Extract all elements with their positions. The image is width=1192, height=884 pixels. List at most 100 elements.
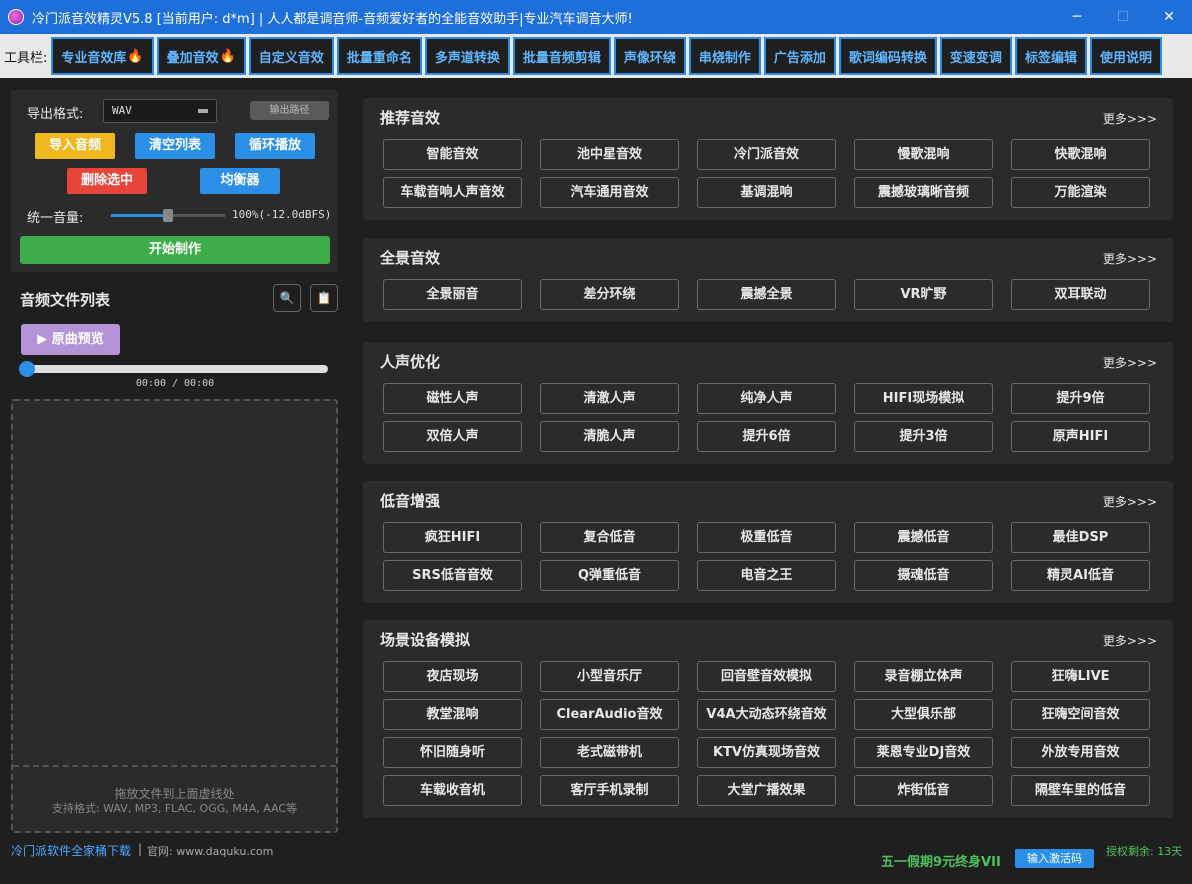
playback-progress-handle[interactable] bbox=[19, 361, 35, 377]
toolbar-button-6[interactable]: 声像环绕 bbox=[613, 37, 686, 75]
toolbar-button-1[interactable]: 叠加音效 🔥 bbox=[156, 37, 246, 75]
effect-button[interactable]: 冷门派音效 bbox=[697, 139, 836, 170]
output-path-button[interactable]: 输出路径 bbox=[250, 101, 329, 120]
effect-button[interactable]: 差分环绕 bbox=[540, 279, 679, 310]
effect-button[interactable]: 摄魂低音 bbox=[854, 560, 993, 591]
window-title: 冷门派音效精灵V5.8 [当前用户: d*m] | 人人都是调音师-音频爱好者的… bbox=[32, 11, 633, 27]
toolbar-button-12[interactable]: 使用说明 bbox=[1089, 37, 1162, 75]
toolbar-button-4[interactable]: 多声道转换 bbox=[424, 37, 510, 75]
effect-button[interactable]: 疯狂HIFI bbox=[383, 522, 522, 553]
effect-button[interactable]: 双耳联动 bbox=[1011, 279, 1150, 310]
toolbar-button-7[interactable]: 串烧制作 bbox=[688, 37, 761, 75]
effect-button[interactable]: 万能渲染 bbox=[1011, 177, 1150, 208]
original-preview-button[interactable]: ▶ 原曲预览 bbox=[21, 324, 120, 355]
more-link[interactable]: 更多>>> bbox=[1103, 110, 1157, 127]
effect-button[interactable]: 提升6倍 bbox=[697, 421, 836, 452]
effect-button[interactable]: 大堂广播效果 bbox=[697, 775, 836, 806]
section-title: 人声优化 bbox=[380, 353, 441, 371]
effect-button[interactable]: 教堂混响 bbox=[383, 699, 522, 730]
effect-button[interactable]: 震撼玻璃晰音频 bbox=[854, 177, 993, 208]
software-bundle-link[interactable]: 冷门派软件全家桶下载 bbox=[11, 842, 131, 859]
delete-selected-button[interactable]: 删除选中 bbox=[67, 168, 147, 194]
effect-button[interactable]: 炸街低音 bbox=[854, 775, 993, 806]
toolbar-button-8[interactable]: 广告添加 bbox=[763, 37, 836, 75]
effect-button[interactable]: 狂嗨LIVE bbox=[1011, 661, 1150, 692]
toolbar-button-10[interactable]: 变速变调 bbox=[939, 37, 1012, 75]
toolbar-button-5[interactable]: 批量音频剪辑 bbox=[512, 37, 611, 75]
effect-button[interactable]: 车载收音机 bbox=[383, 775, 522, 806]
close-button[interactable]: ✕ bbox=[1146, 0, 1192, 34]
effect-button[interactable]: 智能音效 bbox=[383, 139, 522, 170]
start-production-button[interactable]: 开始制作 bbox=[20, 236, 330, 264]
effect-button[interactable]: HIFI现场模拟 bbox=[854, 383, 993, 414]
footer-separator: | bbox=[138, 842, 143, 856]
more-link[interactable]: 更多>>> bbox=[1103, 354, 1157, 371]
effect-button[interactable]: 快歌混响 bbox=[1011, 139, 1150, 170]
effect-button[interactable]: 纯净人声 bbox=[697, 383, 836, 414]
effect-button[interactable]: ClearAudio音效 bbox=[540, 699, 679, 730]
effect-button[interactable]: 精灵AI低音 bbox=[1011, 560, 1150, 591]
effect-button[interactable]: 原声HIFI bbox=[1011, 421, 1150, 452]
equalizer-button[interactable]: 均衡器 bbox=[200, 168, 280, 194]
effect-button[interactable]: 极重低音 bbox=[697, 522, 836, 553]
file-list-title: 音频文件列表 bbox=[20, 291, 111, 309]
effect-button[interactable]: 磁性人声 bbox=[383, 383, 522, 414]
toolbar-button-9[interactable]: 歌词编码转换 bbox=[838, 37, 937, 75]
effect-button[interactable]: 震撼全景 bbox=[697, 279, 836, 310]
effect-button[interactable]: 震撼低音 bbox=[854, 522, 993, 553]
playback-progress-slider[interactable] bbox=[19, 361, 328, 377]
effect-button[interactable]: 外放专用音效 bbox=[1011, 737, 1150, 768]
file-drop-zone[interactable]: 拖放文件到上面虚线处 支持格式: WAV, MP3, FLAC, OGG, M4… bbox=[11, 399, 338, 833]
enter-activation-code-button[interactable]: 输入激活码 bbox=[1015, 849, 1094, 868]
more-link[interactable]: 更多>>> bbox=[1103, 632, 1157, 649]
clear-list-button[interactable]: 清空列表 bbox=[135, 133, 215, 159]
effect-button[interactable]: 老式磁带机 bbox=[540, 737, 679, 768]
minimize-button[interactable]: ─ bbox=[1054, 0, 1100, 34]
effect-button[interactable]: 清脆人声 bbox=[540, 421, 679, 452]
effect-button[interactable]: 录音棚立体声 bbox=[854, 661, 993, 692]
effect-button[interactable]: 提升3倍 bbox=[854, 421, 993, 452]
toolbar-button-3[interactable]: 批量重命名 bbox=[336, 37, 422, 75]
volume-slider-handle[interactable] bbox=[163, 209, 173, 222]
supported-formats: 支持格式: WAV, MP3, FLAC, OGG, M4A, AAC等 bbox=[51, 802, 298, 815]
effect-button[interactable]: 狂嗨空间音效 bbox=[1011, 699, 1150, 730]
effect-button[interactable]: 电音之王 bbox=[697, 560, 836, 591]
volume-slider[interactable] bbox=[111, 209, 225, 222]
effect-button[interactable]: KTV仿真现场音效 bbox=[697, 737, 836, 768]
effect-button[interactable]: 池中星音效 bbox=[540, 139, 679, 170]
import-audio-button[interactable]: 导入音频 bbox=[35, 133, 115, 159]
more-link[interactable]: 更多>>> bbox=[1103, 250, 1157, 267]
clipboard-button[interactable]: 📋 bbox=[310, 284, 338, 312]
effect-button[interactable]: 汽车通用音效 bbox=[540, 177, 679, 208]
more-link[interactable]: 更多>>> bbox=[1103, 493, 1157, 510]
export-format-select[interactable]: WAV bbox=[103, 99, 217, 123]
maximize-button[interactable]: ☐ bbox=[1100, 0, 1146, 34]
effect-button[interactable]: 莱恩专业DJ音效 bbox=[854, 737, 993, 768]
effect-button[interactable]: 最佳DSP bbox=[1011, 522, 1150, 553]
effect-button[interactable]: 怀旧随身听 bbox=[383, 737, 522, 768]
effect-button[interactable]: 基调混响 bbox=[697, 177, 836, 208]
effect-button[interactable]: 车载音响人声音效 bbox=[383, 177, 522, 208]
effect-button[interactable]: 双倍人声 bbox=[383, 421, 522, 452]
effect-button[interactable]: 提升9倍 bbox=[1011, 383, 1150, 414]
effect-button[interactable]: 客厅手机录制 bbox=[540, 775, 679, 806]
effect-button[interactable]: SRS低音音效 bbox=[383, 560, 522, 591]
fire-icon: 🔥 bbox=[219, 48, 236, 64]
toolbar-button-0[interactable]: 专业音效库 🔥 bbox=[51, 37, 154, 75]
search-button[interactable]: 🔍 bbox=[273, 284, 301, 312]
effect-button[interactable]: 夜店现场 bbox=[383, 661, 522, 692]
effect-button[interactable]: 全景丽音 bbox=[383, 279, 522, 310]
effect-button[interactable]: 清澈人声 bbox=[540, 383, 679, 414]
effect-button[interactable]: V4A大动态环绕音效 bbox=[697, 699, 836, 730]
effect-button[interactable]: 隔壁车里的低音 bbox=[1011, 775, 1150, 806]
effect-button[interactable]: VR旷野 bbox=[854, 279, 993, 310]
effect-button[interactable]: 小型音乐厅 bbox=[540, 661, 679, 692]
toolbar-button-2[interactable]: 自定义音效 bbox=[248, 37, 334, 75]
effect-button[interactable]: Q弹重低音 bbox=[540, 560, 679, 591]
effect-button[interactable]: 大型俱乐部 bbox=[854, 699, 993, 730]
toolbar-button-11[interactable]: 标签编辑 bbox=[1014, 37, 1087, 75]
effect-button[interactable]: 复合低音 bbox=[540, 522, 679, 553]
effect-button[interactable]: 回音壁音效模拟 bbox=[697, 661, 836, 692]
loop-play-button[interactable]: 循环播放 bbox=[235, 133, 315, 159]
effect-button[interactable]: 慢歌混响 bbox=[854, 139, 993, 170]
